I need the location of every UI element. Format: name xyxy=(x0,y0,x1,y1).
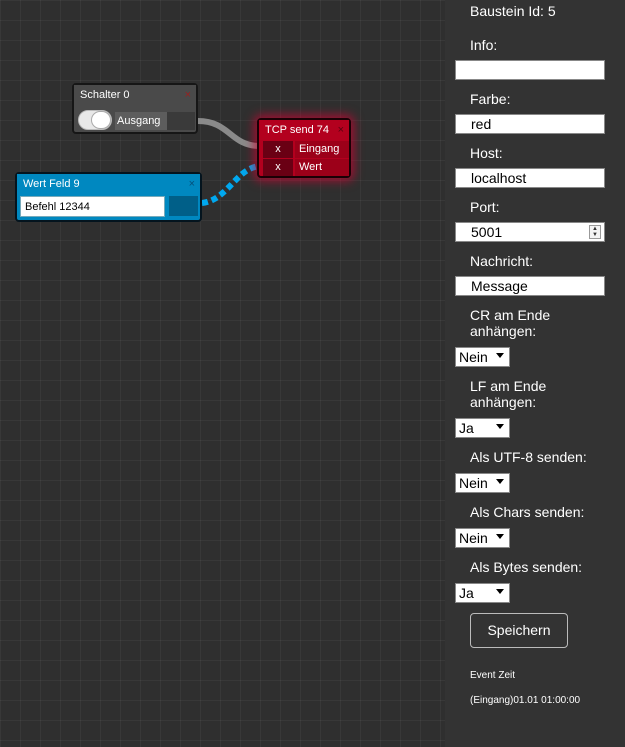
spinner-arrows-icon[interactable]: ▲ ▼ xyxy=(589,225,601,239)
output-port[interactable] xyxy=(169,196,198,216)
schalter-node-header[interactable]: Schalter 0 × xyxy=(74,85,196,105)
input-label-wert: Wert xyxy=(295,159,349,176)
schalter-node[interactable]: Schalter 0 × Ausgang xyxy=(72,83,198,134)
cr-select[interactable]: Nein xyxy=(455,347,510,367)
lf-label-line1: LF am Ende xyxy=(470,378,547,394)
chars-label: Als Chars senden: xyxy=(470,504,585,520)
lf-select-value: Ja xyxy=(459,420,474,436)
output-label: Ausgang xyxy=(115,112,167,130)
wires-layer xyxy=(195,118,263,206)
cr-label: CR am Ende anhängen: xyxy=(470,307,550,339)
host-label: Host: xyxy=(470,145,503,161)
info-input[interactable] xyxy=(455,60,605,80)
input-row-eingang: x Eingang xyxy=(263,141,349,158)
chevron-down-icon xyxy=(496,479,504,484)
bytes-label: Als Bytes senden: xyxy=(470,559,583,575)
port-label: Port: xyxy=(470,199,500,215)
chevron-down-icon xyxy=(496,353,504,358)
tcp-send-node[interactable]: TCP send 74 × x Eingang x Wert xyxy=(257,118,351,178)
bytes-select-value: Ja xyxy=(459,585,474,601)
lf-label: LF am Ende anhängen: xyxy=(470,378,546,410)
bytes-select[interactable]: Ja xyxy=(455,583,510,603)
toggle-knob xyxy=(91,111,111,129)
tcp-send-node-header[interactable]: TCP send 74 × xyxy=(259,120,349,140)
flow-canvas[interactable]: Schalter 0 × Ausgang TCP send 74 × x Ein… xyxy=(0,0,445,747)
wert-feld-node-title: Wert Feld 9 xyxy=(23,178,80,190)
utf8-select[interactable]: Nein xyxy=(455,473,510,493)
utf8-label: Als UTF-8 senden: xyxy=(470,449,587,465)
farbe-input[interactable] xyxy=(455,114,605,134)
schalter-node-title: Schalter 0 xyxy=(80,89,130,101)
info-label: Info: xyxy=(470,37,498,53)
chars-select-value: Nein xyxy=(459,530,488,546)
utf8-select-value: Nein xyxy=(459,475,488,491)
input-port-wert[interactable]: x xyxy=(263,159,293,176)
toggle-switch[interactable] xyxy=(78,110,112,130)
wire-schalter-to-tcp xyxy=(195,118,263,149)
nachricht-label: Nachricht: xyxy=(470,253,534,269)
lf-select[interactable]: Ja xyxy=(455,418,510,438)
cr-select-value: Nein xyxy=(459,349,488,365)
lf-label-line2: anhängen: xyxy=(470,394,537,410)
chevron-down-icon xyxy=(496,534,504,539)
input-row-wert: x Wert xyxy=(263,159,349,176)
chevron-down-icon xyxy=(496,424,504,429)
output-port[interactable] xyxy=(167,112,195,130)
event-zeit-header: Event Zeit xyxy=(470,670,516,681)
wert-feld-node-header[interactable]: Wert Feld 9 × xyxy=(17,174,200,194)
cr-label-line2: anhängen: xyxy=(470,323,537,339)
farbe-label: Farbe: xyxy=(470,91,511,107)
port-input[interactable]: 5001 ▲ ▼ xyxy=(455,222,605,242)
tcp-send-node-title: TCP send 74 xyxy=(265,124,330,136)
chevron-down-icon xyxy=(496,589,504,594)
baustein-id-label: Baustein Id: 5 xyxy=(470,3,556,19)
save-button[interactable]: Speichern xyxy=(470,613,568,648)
close-icon[interactable]: × xyxy=(185,85,191,105)
close-icon[interactable]: × xyxy=(189,174,195,194)
event-zeit-row: (Eingang)01.01 01:00:00 xyxy=(470,695,581,706)
nachricht-input[interactable] xyxy=(455,276,605,296)
cr-label-line1: CR am Ende xyxy=(470,307,551,323)
wert-feld-node[interactable]: Wert Feld 9 × xyxy=(15,172,202,222)
chars-select[interactable]: Nein xyxy=(455,528,510,548)
input-label-eingang: Eingang xyxy=(295,141,349,158)
wire-wert-to-tcp xyxy=(201,163,261,206)
input-port-eingang[interactable]: x xyxy=(263,141,293,158)
wert-value-input[interactable] xyxy=(20,196,165,217)
properties-panel: Baustein Id: 5 Info: Farbe: Host: Port: … xyxy=(445,0,625,747)
host-input[interactable] xyxy=(455,168,605,188)
port-value: 5001 xyxy=(471,224,503,240)
close-icon[interactable]: × xyxy=(338,120,344,140)
